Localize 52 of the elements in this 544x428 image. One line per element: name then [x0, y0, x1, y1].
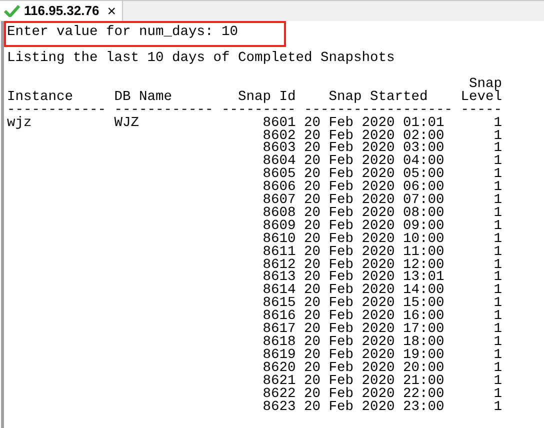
header-rule: ----- [460, 104, 502, 118]
table-cell-text: 8623 [262, 402, 296, 414]
table-cell-text: 1 [492, 388, 502, 402]
column-header: Snap Level [460, 78, 502, 105]
table-cell-text: 1 [492, 362, 502, 376]
table-cell-text: 1 [492, 156, 502, 170]
table-cell-text: 1 [492, 350, 502, 363]
table-cell-text: 1 [492, 298, 502, 312]
table-cell-text: 8622 [262, 388, 296, 402]
header-rule: ------------ [7, 104, 108, 118]
table-cell-text: 1 [492, 260, 502, 272]
output-message: Listing the last 10 days of Completed Snapshots [7, 51, 395, 66]
table-cell-text: 8610 [262, 234, 296, 247]
table-cell-text: 1 [492, 337, 502, 350]
table-cell-text: 1 [492, 376, 502, 389]
input-prompt: Enter value for num_days: 10 [7, 25, 238, 40]
table-cell-text: 8611 [262, 246, 296, 260]
close-button[interactable]: × [107, 4, 116, 18]
table-cell-text: wjz [7, 118, 33, 131]
table-cell-text: 8608 [262, 208, 296, 221]
column-header: DB Name [114, 92, 174, 105]
table-cell-text: 1 [492, 169, 502, 182]
column-header: Instance [7, 92, 74, 105]
table-cell-text: 1 [492, 220, 502, 234]
session-tab[interactable]: 116.95.32.76 × [0, 1, 123, 21]
table-cell-text: 8619 [262, 350, 296, 363]
table-cell-text: 1 [492, 234, 502, 247]
table-cell-text: 1 [492, 195, 502, 208]
table-cell-text: 8609 [262, 220, 296, 234]
tab-title: 116.95.32.76 [24, 2, 100, 20]
column-header: Snap Id [237, 92, 296, 105]
table-cell-text: 1 [492, 208, 502, 221]
table-cell-text: 1 [492, 143, 502, 156]
table-cell-text: 1 [492, 246, 502, 260]
table-cell-text: 8601 [262, 118, 296, 131]
table-cell-text: 1 [492, 272, 502, 286]
table-cell-text: 8620 [262, 362, 296, 376]
table-cell-text: 1 [492, 118, 502, 131]
header-rule: --------- [222, 104, 296, 118]
table-cell-text: 1 [492, 324, 502, 338]
header-rule: ------------ [114, 104, 214, 118]
table-cell-text: 1 [492, 130, 502, 144]
table-cell-text: 1 [492, 311, 502, 324]
column-header: Snap Started [328, 92, 429, 105]
table-cell-text: 8607 [262, 195, 296, 208]
table-cell-text: 1 [492, 285, 502, 298]
table-cell-text: 1 [492, 402, 502, 414]
table-cell-text: 8618 [262, 337, 296, 350]
table-cell-text: 1 [492, 182, 502, 196]
table-cell-text: 8621 [262, 376, 296, 389]
table-cell-text: WJZ [114, 118, 140, 131]
table-cell-text: 20 Feb 2020 23:00 [304, 402, 446, 414]
